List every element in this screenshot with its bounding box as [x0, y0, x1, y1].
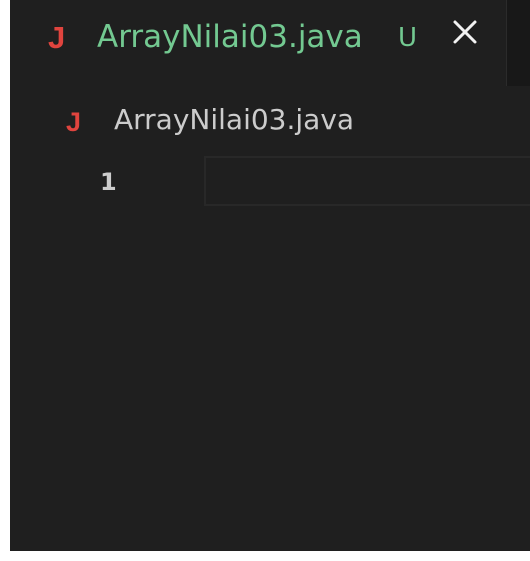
- breadcrumb[interactable]: J ArrayNilai03.java: [10, 86, 530, 156]
- tab-bar: J ArrayNilai03.java U: [10, 0, 530, 86]
- untracked-status-badge: U: [398, 23, 418, 53]
- tab-label: ArrayNilai03.java: [97, 19, 363, 55]
- code-editor[interactable]: 1: [10, 156, 530, 551]
- current-line-highlight[interactable]: [204, 156, 530, 206]
- tab-arraynilai03-java[interactable]: J ArrayNilai03.java U: [10, 0, 506, 86]
- editor-window: J ArrayNilai03.java U J ArrayNilai03.jav…: [10, 0, 530, 551]
- tab-bar-empty-area: [506, 0, 530, 86]
- breadcrumb-file-label[interactable]: ArrayNilai03.java: [114, 103, 354, 136]
- line-number: 1: [100, 168, 117, 196]
- tab-divider: [506, 0, 507, 86]
- java-file-icon: J: [66, 107, 82, 137]
- java-file-icon: J: [48, 20, 66, 55]
- close-icon[interactable]: [450, 17, 480, 47]
